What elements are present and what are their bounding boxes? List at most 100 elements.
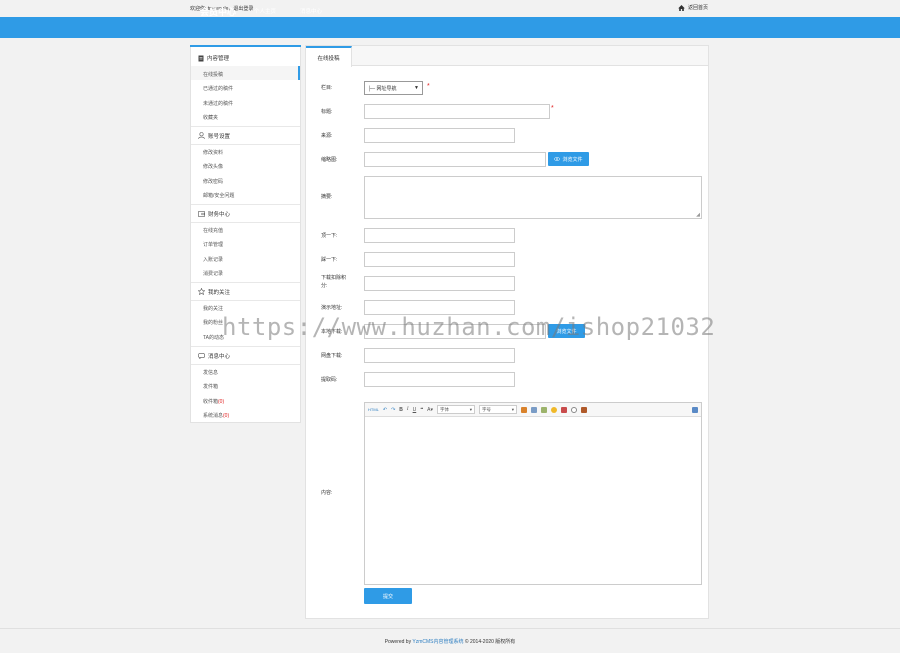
extract-code-input[interactable] <box>364 372 515 387</box>
label-try2: 踩一下: <box>321 257 338 263</box>
sidebar-section-finance: 财务中心 <box>191 204 300 223</box>
sidebar-item-rejected[interactable]: 未通过的稿件 <box>203 100 233 107</box>
logout-link[interactable]: 退出登录 <box>233 6 253 12</box>
sidebar-item-favorites[interactable]: 收藏夹 <box>203 114 218 121</box>
brand-title[interactable]: 会员中心 <box>200 5 236 18</box>
sidebar-section-title: 财务中心 <box>208 211 231 218</box>
chevron-down-icon: ▾ <box>511 406 515 412</box>
label-extract-code: 提取码: <box>321 377 338 383</box>
sidebar-item-orders[interactable]: 订单管理 <box>203 241 223 248</box>
sidebar-item-system-messages[interactable]: 系统消息(0) <box>203 412 229 419</box>
summary-textarea[interactable]: ◢ <box>364 176 702 219</box>
emoji-icon[interactable] <box>551 406 558 413</box>
required-mark: * <box>551 105 554 112</box>
footer-divider <box>0 628 900 629</box>
home-icon <box>678 4 685 11</box>
column-select[interactable]: ├─ 网址导航 ▼ <box>364 81 423 95</box>
editor-toolbar: HTML ↶ ↷ B I U ❝ A▾ 字体 ▾ 字号 ▾ <box>365 403 701 417</box>
image-icon[interactable] <box>521 406 528 413</box>
sidebar-section-title: 我的关注 <box>208 289 231 296</box>
nav-link-messages[interactable]: 消息中心 <box>300 7 322 15</box>
nav-link-profile[interactable]: 个人主页 <box>254 7 276 15</box>
underline-icon[interactable]: U <box>413 407 417 413</box>
nav-bar <box>0 17 900 38</box>
sidebar-item-following[interactable]: 我的关注 <box>203 305 223 312</box>
label-try1: 顶一下: <box>321 233 338 239</box>
quote-icon[interactable]: ❝ <box>420 407 423 413</box>
tab-bar: 在线投稿 <box>306 46 708 67</box>
tab-submit-online[interactable]: 在线投稿 <box>306 46 352 67</box>
redo-icon[interactable]: ↷ <box>391 407 395 413</box>
star-icon <box>198 288 205 295</box>
sidebar-item-recharge[interactable]: 在线充值 <box>203 227 223 234</box>
inbox-count-badge: (0) <box>218 399 225 405</box>
netdisk-download-input[interactable] <box>364 348 515 363</box>
submit-button[interactable]: 提交 <box>364 588 412 604</box>
column-select-value: ├─ 网址导航 <box>368 85 397 92</box>
sidebar-item-submit-online[interactable]: 在线投稿 <box>203 71 223 78</box>
map-icon[interactable] <box>571 406 578 413</box>
label-column: 栏目: <box>321 85 333 91</box>
sidebar-item-edit-password[interactable]: 修改密码 <box>203 178 223 185</box>
label-title: 标题: <box>321 109 333 115</box>
sidebar-item-fans[interactable]: 我的粉丝 <box>203 319 223 326</box>
fullscreen-icon[interactable] <box>692 406 698 413</box>
footer: Powered by YzmCMS内容管理系统 © 2014-2020 版权所有 <box>0 638 900 645</box>
sidebar-section-follow: 我的关注 <box>191 282 300 301</box>
sidebar-item-activity[interactable]: TA的动态 <box>203 334 224 341</box>
font-size-select[interactable]: 字号 ▾ <box>479 405 518 414</box>
thumbnail-input[interactable] <box>364 152 546 167</box>
sidebar-accent-line <box>190 45 301 47</box>
link-icon[interactable] <box>531 406 538 413</box>
sidebar-section-title: 账号设置 <box>208 133 231 140</box>
sidebar-item-label: 收件箱 <box>203 399 219 405</box>
browse-button-label: 浏览文件 <box>562 156 583 163</box>
italic-icon[interactable]: I <box>407 407 409 412</box>
font-color-icon[interactable]: A▾ <box>427 407 433 413</box>
sidebar-item-approved[interactable]: 已通过的稿件 <box>203 85 233 92</box>
sidebar-item-edit-avatar[interactable]: 修改头像 <box>203 163 223 170</box>
sidebar-item-inbox[interactable]: 收件箱(0) <box>203 398 224 405</box>
footer-product-link[interactable]: YzmCMS内容管理系统 <box>412 639 463 645</box>
system-count-badge: (0) <box>223 413 230 419</box>
bold-icon[interactable]: B <box>399 407 403 413</box>
browse-button[interactable]: 浏览文件 <box>548 152 589 166</box>
video-icon[interactable] <box>581 406 588 413</box>
attachment-icon[interactable] <box>541 406 548 413</box>
sidebar-item-spending-records[interactable]: 消费记录 <box>203 270 223 277</box>
undo-icon[interactable]: ↶ <box>383 407 387 413</box>
sidebar-item-send-message[interactable]: 发信息 <box>203 369 218 376</box>
try2-input[interactable] <box>364 252 515 267</box>
source-input[interactable] <box>364 128 515 143</box>
resize-handle-icon[interactable]: ◢ <box>696 212 700 218</box>
chevron-down-icon: ▼ <box>414 85 419 91</box>
document-icon <box>198 55 204 61</box>
wallet-icon <box>198 210 205 217</box>
sidebar-item-outbox[interactable]: 发件箱 <box>203 383 218 390</box>
font-family-label: 字体 <box>440 406 450 412</box>
chevron-down-icon: ▾ <box>469 406 473 412</box>
home-link-label: 返回首页 <box>688 5 709 11</box>
sidebar-item-income-records[interactable]: 入账记录 <box>203 256 223 263</box>
sidebar-item-edit-profile[interactable]: 修改资料 <box>203 149 223 156</box>
font-size-label: 字号 <box>482 406 492 412</box>
label-summary: 摘要: <box>321 194 333 200</box>
required-mark: * <box>427 83 430 90</box>
sidebar-item-label: 系统消息 <box>203 413 224 419</box>
table-icon[interactable] <box>561 406 568 413</box>
rich-text-editor[interactable]: HTML ↶ ↷ B I U ❝ A▾ 字体 ▾ 字号 ▾ <box>364 402 702 585</box>
html-source-button[interactable]: HTML <box>368 407 379 412</box>
user-icon <box>198 132 205 139</box>
sidebar-section-messages: 消息中心 <box>191 346 300 365</box>
label-content: 内容: <box>321 490 333 496</box>
home-link[interactable]: 返回首页 <box>678 4 708 11</box>
font-family-select[interactable]: 字体 ▾ <box>437 405 476 414</box>
title-input[interactable] <box>364 104 550 119</box>
message-icon <box>198 352 205 359</box>
top-bar <box>0 0 900 17</box>
sidebar-item-email-security[interactable]: 邮箱/安全问题 <box>203 192 234 199</box>
download-points-input[interactable] <box>364 276 515 291</box>
label-download-points-line2: 分: <box>321 283 328 289</box>
try1-input[interactable] <box>364 228 515 243</box>
sidebar: 内容管理 在线投稿 已通过的稿件 未通过的稿件 收藏夹 账号设置 修改资料 修改… <box>190 45 301 423</box>
